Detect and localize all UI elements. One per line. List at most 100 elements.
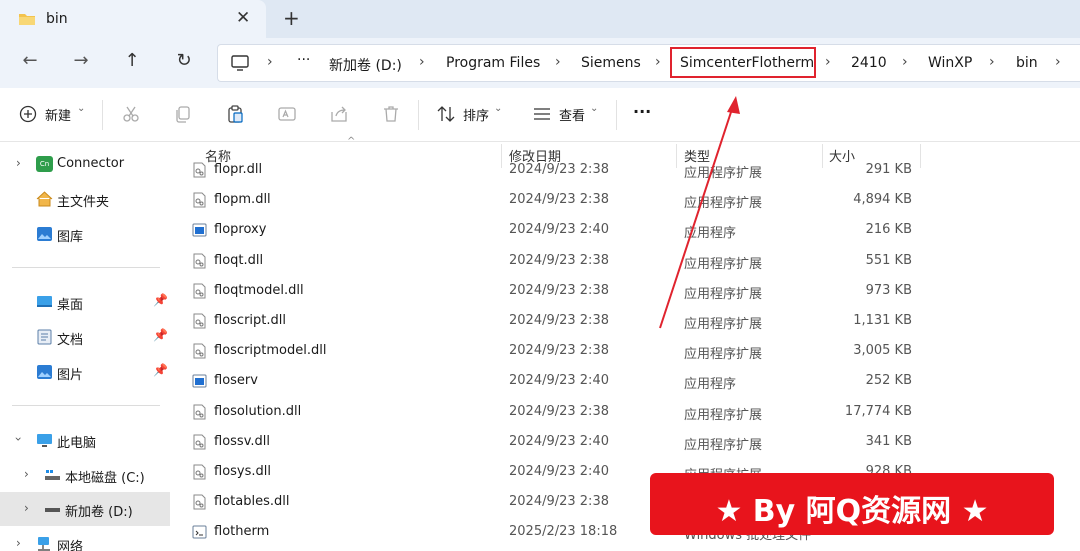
chevron-right-icon: › (555, 54, 561, 70)
view-button[interactable]: 查看 (559, 105, 585, 124)
file-size: 1,131 KB (853, 313, 912, 328)
sidebar-item-connector[interactable]: › Cn Connector (0, 147, 170, 181)
file-modified: 2024/9/23 2:38 (509, 282, 609, 298)
table-row[interactable]: floscriptmodel.dll 2024/9/23 2:38 应用程序扩展 3,… (170, 336, 1080, 366)
divider (12, 267, 160, 268)
table-row[interactable]: flosolution.dll 2024/9/23 2:38 应用程序扩展 17,77… (170, 397, 1080, 427)
divider (616, 100, 617, 130)
table-row[interactable]: floqtmodel.dll 2024/9/23 2:38 应用程序扩展 973 KB (170, 276, 1080, 306)
divider (102, 100, 103, 130)
dll-icon (192, 494, 207, 510)
chevron-right-icon[interactable]: › (24, 467, 29, 481)
table-row[interactable]: flopr.dll 2024/9/23 2:38 应用程序扩展 291 KB (170, 155, 1080, 185)
pin-icon[interactable]: 📌 (153, 363, 168, 377)
chevron-down-icon[interactable]: ⌄ (77, 103, 85, 114)
file-name: flosolution.dll (214, 403, 302, 419)
file-size: 291 KB (865, 162, 912, 177)
breadcrumb-2410[interactable]: 2410 (851, 55, 887, 71)
sidebar-item-gallery[interactable]: 图库 (0, 217, 170, 251)
file-name: floqtmodel.dll (214, 282, 304, 298)
address-bar[interactable]: › ··· 新加卷 (D:) › Program Files › Siemens… (217, 44, 1080, 82)
sort-button[interactable]: 排序 (463, 105, 489, 124)
sidebar-item-documents[interactable]: 文档 📌 (0, 320, 170, 354)
table-row[interactable]: floserv 2024/9/23 2:40 应用程序 252 KB (170, 366, 1080, 396)
sidebar-item-drive-c[interactable]: › 本地磁盘 (C:) (0, 458, 170, 492)
divider (12, 405, 160, 406)
file-modified: 2024/9/23 2:38 (509, 313, 609, 328)
file-size: 341 KB (865, 433, 912, 449)
up-icon[interactable]: ↑ (119, 50, 145, 76)
chevron-down-icon[interactable]: › (11, 437, 25, 442)
breadcrumb-bin[interactable]: bin (1016, 55, 1038, 71)
breadcrumb-siemens[interactable]: Siemens (581, 55, 641, 71)
delete-icon[interactable] (381, 104, 401, 124)
gallery-icon (37, 227, 52, 241)
breadcrumb-program-files[interactable]: Program Files (446, 55, 540, 71)
share-icon[interactable] (329, 104, 349, 124)
new-tab-button[interactable]: + (283, 6, 300, 30)
more-options-button[interactable]: ··· (633, 102, 651, 121)
table-row[interactable]: floscript.dll 2024/9/23 2:38 应用程序扩展 1,131 K… (170, 306, 1080, 336)
cut-icon[interactable] (121, 104, 141, 124)
file-name: flopm.dll (214, 192, 271, 208)
table-row[interactable]: floproxy 2024/9/23 2:40 应用程序 216 KB (170, 215, 1080, 245)
paste-icon[interactable] (225, 104, 245, 124)
rename-icon[interactable] (277, 104, 297, 124)
chevron-right-icon: › (655, 54, 661, 70)
table-row[interactable]: floqt.dll 2024/9/23 2:38 应用程序扩展 551 KB (170, 246, 1080, 276)
sidebar-item-network[interactable]: › 网络 (0, 527, 170, 551)
sidebar-item-home[interactable]: 主文件夹 (0, 182, 170, 216)
network-icon (38, 537, 50, 551)
file-name: flosys.dll (214, 464, 271, 479)
sidebar-item-this-pc[interactable]: › 此电脑 (0, 423, 170, 457)
file-name: floscript.dll (214, 313, 286, 328)
sort-icon (437, 106, 455, 122)
sidebar-item-drive-d[interactable]: › 新加卷 (D:) (0, 492, 170, 526)
breadcrumb-ellipsis[interactable]: ··· (297, 52, 310, 68)
back-icon[interactable]: ← (17, 50, 43, 76)
table-row[interactable]: flopm.dll 2024/9/23 2:38 应用程序扩展 4,894 KB (170, 185, 1080, 215)
watermark-text: ★ By 阿Q资源网 ★ (715, 494, 989, 529)
sidebar-item-label: 主文件夹 (57, 195, 110, 210)
chevron-right-icon: › (902, 54, 908, 70)
file-type: 应用程序扩展 (684, 286, 763, 302)
chevron-down-icon[interactable]: ⌄ (590, 103, 598, 114)
breadcrumb-drive-d[interactable]: 新加卷 (D:) (329, 55, 402, 75)
chevron-right-icon: › (825, 54, 831, 70)
chevron-right-icon[interactable]: › (16, 156, 21, 170)
new-button[interactable]: 新建 (45, 105, 71, 124)
file-modified: 2024/9/23 2:40 (509, 222, 609, 238)
chevron-down-icon[interactable]: ⌄ (494, 103, 502, 114)
divider (418, 100, 419, 130)
copy-icon[interactable] (173, 104, 193, 124)
pin-icon[interactable]: 📌 (153, 293, 168, 307)
sidebar-item-desktop[interactable]: 桌面 📌 (0, 285, 170, 319)
sidebar-item-label: 此电脑 (57, 436, 97, 451)
file-type: 应用程序扩展 (684, 196, 763, 212)
table-row[interactable]: flossv.dll 2024/9/23 2:40 应用程序扩展 341 KB (170, 427, 1080, 457)
dll-icon (192, 253, 207, 269)
command-bar: 新建 ⌄ 排序 ⌄ 查看 ⌄ ··· (0, 88, 1080, 142)
chevron-right-icon: › (267, 54, 273, 70)
tab-bin[interactable]: bin ✕ (0, 0, 266, 38)
breadcrumb-winxp[interactable]: WinXP (928, 55, 972, 71)
sidebar-item-label: 图片 (57, 368, 84, 383)
file-name: flossv.dll (214, 433, 270, 449)
file-name: flopr.dll (214, 162, 263, 177)
sidebar-item-pictures[interactable]: 图片 📌 (0, 355, 170, 389)
chevron-right-icon[interactable]: › (16, 536, 21, 550)
connector-icon: Cn (36, 156, 53, 172)
pin-icon[interactable]: 📌 (153, 328, 168, 342)
refresh-icon[interactable]: ↻ (171, 50, 197, 76)
forward-icon[interactable]: → (68, 50, 94, 76)
file-type: 应用程序 (684, 226, 737, 242)
sidebar-item-label: 新加卷 (D:) (65, 505, 133, 520)
dll-icon (192, 464, 207, 480)
navigation-bar: ← → ↑ ↻ › ··· 新加卷 (D:) › Program Files ›… (0, 38, 1080, 88)
file-modified: 2024/9/23 2:40 (509, 464, 609, 479)
batch-icon (192, 524, 207, 540)
dll-icon (192, 162, 207, 178)
chevron-right-icon[interactable]: › (24, 501, 29, 515)
breadcrumb-simcenterflotherm[interactable]: SimcenterFlotherm (680, 55, 814, 71)
close-tab-icon[interactable]: ✕ (236, 8, 250, 28)
